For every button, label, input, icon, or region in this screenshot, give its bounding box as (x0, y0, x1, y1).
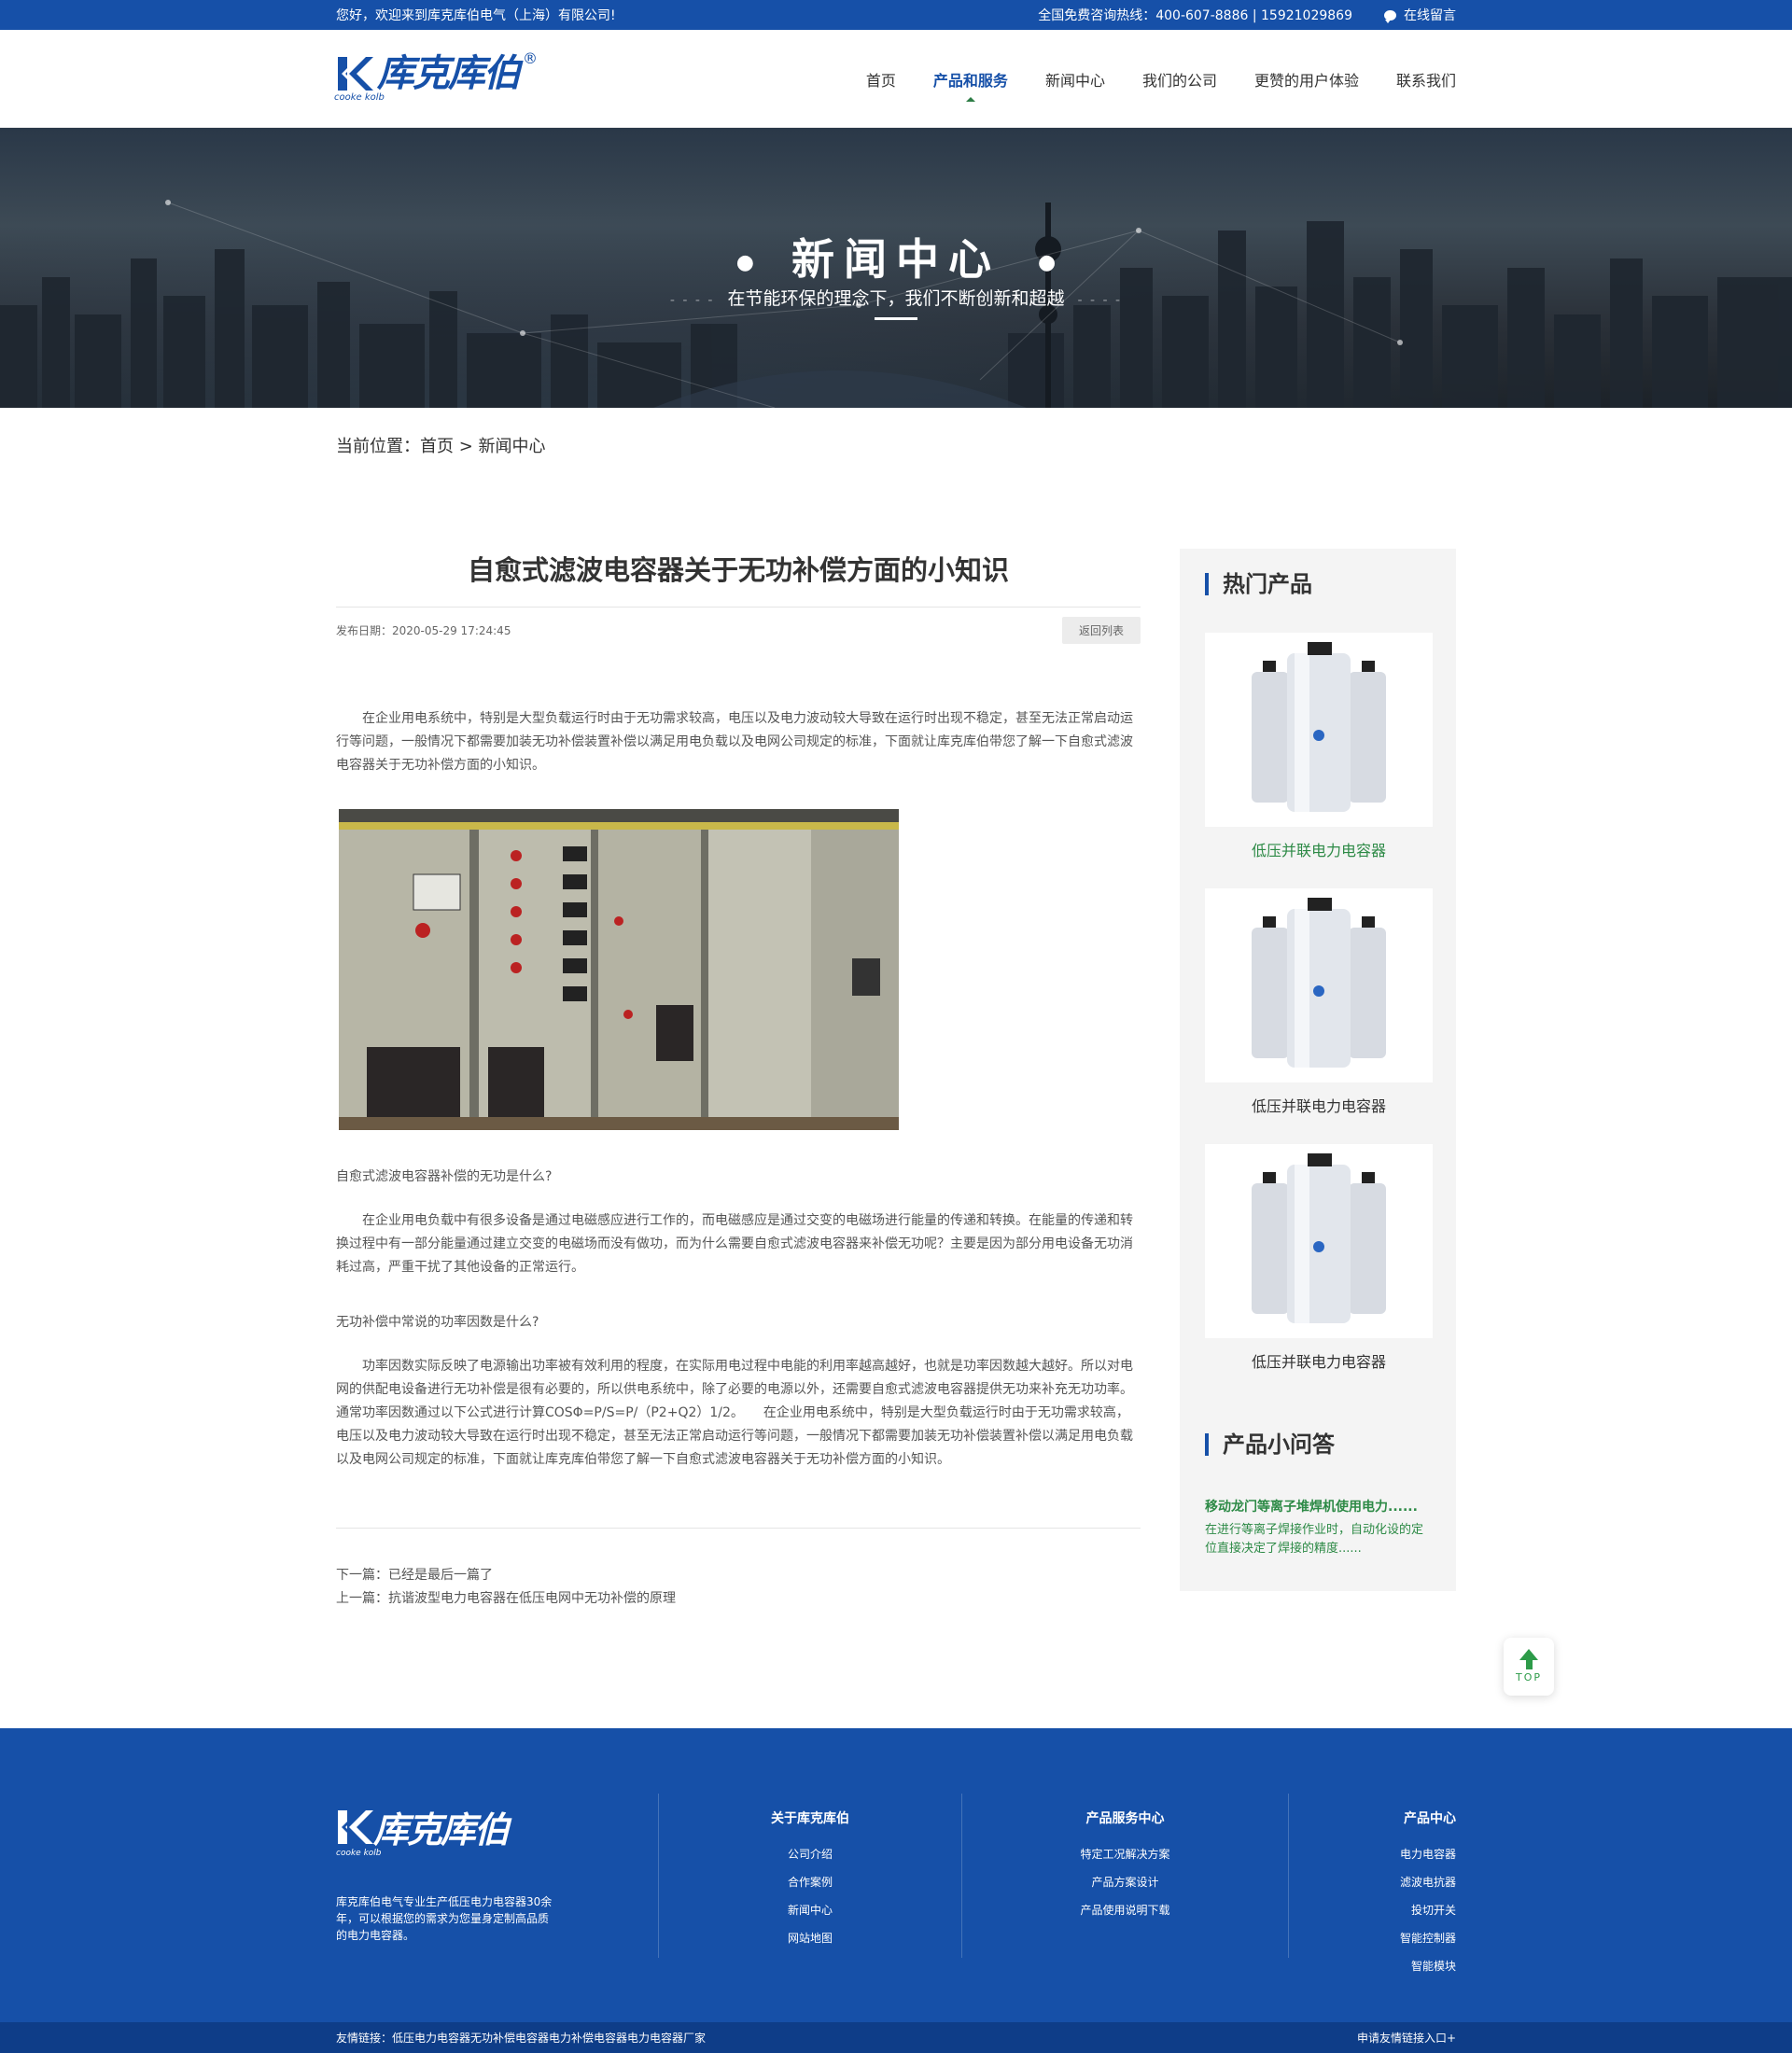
up-arrow-icon (1519, 1649, 1538, 1660)
breadcrumb-separator: > (454, 437, 479, 456)
site-header: 库克库伯 ® cooke kolb 首页 产品和服务 新闻中心 我们的公司 更赞… (0, 30, 1792, 128)
apply-friend-link[interactable]: 申请友情链接入口+ (1357, 2030, 1456, 2046)
friend-links-bar: 友情链接：低压电力电容器无功补偿电容器电力补偿电容器电力电容器厂家 申请友情链接… (0, 2022, 1792, 2053)
product-qa-heading: 产品小问答 (1205, 1433, 1433, 1456)
banner-underline (875, 317, 917, 320)
back-to-top-button[interactable]: TOP (1504, 1638, 1554, 1696)
breadcrumb-home[interactable]: 首页 (420, 437, 454, 456)
online-message-label: 在线留言 (1404, 8, 1456, 23)
logo-subtext: cooke kolb (334, 91, 385, 103)
chat-icon (1384, 9, 1396, 23)
logo-mark-icon (338, 56, 373, 91)
page-banner: ● 新闻中心 ● - - - - 在节能环保的理念下，我们不断创新和超越 - - - - (0, 128, 1792, 408)
article-divider (336, 1528, 1141, 1529)
up-arrow-stem (1525, 1660, 1533, 1669)
capacitor-image (1205, 888, 1433, 1082)
footer-logo[interactable]: 库克库伯 (336, 1801, 658, 1852)
footer-link[interactable]: 滤波电抗器 (1289, 1868, 1456, 1896)
footer-link[interactable]: 公司介绍 (659, 1840, 961, 1868)
banner-dot-right: ● (1038, 251, 1057, 274)
back-to-top-label: TOP (1515, 1671, 1542, 1683)
footer-link[interactable]: 产品方案设计 (962, 1868, 1288, 1896)
hot-product-name: 低压并联电力电容器 (1251, 1097, 1386, 1115)
hot-products-heading: 热门产品 (1205, 573, 1433, 595)
footer-link[interactable]: 电力电容器 (1289, 1840, 1456, 1868)
logo-text: 库克库伯 (377, 51, 521, 95)
qa-item-title: 移动龙门等离子堆焊机使用电力...... (1205, 1500, 1418, 1515)
article-question-1: 自愈式滤波电容器补偿的无功是什么? (336, 1169, 553, 1184)
banner-subtitle-text: 在节能环保的理念下，我们不断创新和超越 (727, 288, 1065, 309)
article-paragraph-3: 功率因数实际反映了电源输出功率被有效利用的程度，在实际用电过程中电能的利用率越高… (336, 1359, 1133, 1467)
prev-article-link[interactable]: 上一篇：抗谐波型电力电容器在低压电网中无功补偿的原理 (336, 1587, 1141, 1611)
nav-company[interactable]: 我们的公司 (1142, 63, 1217, 96)
switchgear-photo (339, 809, 899, 1130)
banner-dot-left: ● (735, 251, 754, 274)
nav-contact[interactable]: 联系我们 (1396, 63, 1456, 96)
hotline-text: 全国免费咨询热线：400-607-8886 | 15921029869 (1038, 8, 1352, 23)
footer-col-products: 产品中心 电力电容器 滤波电抗器 投切开关 智能控制器 智能模块 (1288, 1794, 1456, 1973)
breadcrumb: 当前位置：首页 > 新闻中心 (336, 433, 1456, 457)
qa-item[interactable]: 移动龙门等离子堆焊机使用电力...... 在进行等离子焊接作业时，自动化设的定位… (1205, 1497, 1433, 1558)
footer-link[interactable]: 产品使用说明下载 (962, 1896, 1288, 1924)
online-message-link[interactable]: 在线留言 (1384, 6, 1456, 24)
footer-link[interactable]: 智能控制器 (1289, 1924, 1456, 1952)
breadcrumb-label: 当前位置： (336, 437, 420, 456)
hot-product-item[interactable]: 低压并联电力电容器 (1205, 888, 1433, 1116)
welcome-text: 您好，欢迎来到库克库伯电气（上海）有限公司! (336, 8, 616, 23)
next-article-link[interactable]: 下一篇：已经是最后一篇了 (336, 1564, 1141, 1587)
breadcrumb-current[interactable]: 新闻中心 (479, 437, 546, 456)
footer-link[interactable]: 合作案例 (659, 1868, 961, 1896)
site-footer: 库克库伯 cooke kolb 库克库伯电气专业生产低压电力电容器30余年，可以… (0, 1728, 1792, 2053)
nav-news[interactable]: 新闻中心 (1045, 63, 1105, 96)
footer-col-about: 关于库克库伯 公司介绍 合作案例 新闻中心 网站地图 (658, 1794, 961, 1958)
article-paragraph-1: 在企业用电系统中，特别是大型负载运行时由于无功需求较高，电压以及电力波动较大导致… (336, 711, 1133, 773)
banner-title: ● 新闻中心 ● (0, 226, 1792, 287)
footer-link[interactable]: 特定工况解决方案 (962, 1840, 1288, 1868)
article-paragraph-2: 在企业用电负载中有很多设备是通过电磁感应进行工作的，而电磁感应是通过交变的电磁场… (336, 1213, 1133, 1275)
footer-link[interactable]: 新闻中心 (659, 1896, 961, 1924)
footer-description: 库克库伯电气专业生产低压电力电容器30余年，可以根据您的需求为您量身定制高品质的… (336, 1895, 553, 1942)
footer-link[interactable]: 投切开关 (1289, 1896, 1456, 1924)
banner-dash-left: - - - - (669, 293, 715, 308)
site-logo[interactable]: 库克库伯 ® cooke kolb (334, 49, 538, 107)
article-question-2: 无功补偿中常说的功率因数是什么? (336, 1315, 539, 1330)
article-pager: 下一篇：已经是最后一篇了 上一篇：抗谐波型电力电容器在低压电网中无功补偿的原理 (336, 1564, 1141, 1611)
back-to-list-button[interactable]: 返回列表 (1061, 617, 1141, 644)
friend-links[interactable]: 友情链接：低压电力电容器无功补偿电容器电力补偿电容器电力电容器厂家 (336, 2030, 706, 2046)
nav-user-experience[interactable]: 更赞的用户体验 (1254, 63, 1359, 96)
publish-date: 发布日期：2020-05-29 17:24:45 (336, 624, 511, 637)
footer-col-title: 产品服务中心 (1085, 1811, 1165, 1826)
article: 自愈式滤波电容器关于无功补偿方面的小知识 发布日期：2020-05-29 17:… (336, 549, 1141, 1611)
hot-product-item[interactable]: 低压并联电力电容器 (1205, 1144, 1433, 1372)
footer-col-title: 产品中心 (1404, 1811, 1456, 1826)
article-title: 自愈式滤波电容器关于无功补偿方面的小知识 (336, 549, 1141, 608)
capacitor-image (1205, 633, 1433, 827)
main-nav: 首页 产品和服务 新闻中心 我们的公司 更赞的用户体验 联系我们 (866, 63, 1456, 102)
logo-registered-mark: ® (523, 49, 538, 67)
footer-link[interactable]: 网站地图 (659, 1924, 961, 1952)
footer-logo-text: 库克库伯 (373, 1809, 510, 1850)
footer-col-title: 关于库克库伯 (771, 1811, 849, 1826)
nav-products-services[interactable]: 产品和服务 (933, 63, 1008, 102)
hot-product-name: 低压并联电力电容器 (1251, 842, 1386, 859)
footer-logo-mark-icon (338, 1809, 373, 1844)
qa-item-desc: 在进行等离子焊接作业时，自动化设的定位直接决定了焊接的精度...... (1205, 1523, 1424, 1556)
banner-subtitle: - - - - 在节能环保的理念下，我们不断创新和超越 - - - - (0, 285, 1792, 310)
capacitor-image (1205, 1144, 1433, 1338)
hot-product-name: 低压并联电力电容器 (1251, 1353, 1386, 1371)
sidebar: 热门产品 低压并联电力电容器 低压并联电力电容器 低压并联电力电容器 产品小问答… (1180, 549, 1456, 1591)
nav-home[interactable]: 首页 (866, 63, 896, 96)
hot-product-item[interactable]: 低压并联电力电容器 (1205, 633, 1433, 860)
banner-title-text: 新闻中心 (791, 234, 1001, 285)
footer-link[interactable]: 智能模块 (1289, 1952, 1456, 1980)
banner-dash-right: - - - - (1077, 293, 1123, 308)
top-bar: 您好，欢迎来到库克库伯电气（上海）有限公司! 全国免费咨询热线：400-607-… (0, 0, 1792, 30)
footer-col-services: 产品服务中心 特定工况解决方案 产品方案设计 产品使用说明下载 (961, 1794, 1288, 1958)
